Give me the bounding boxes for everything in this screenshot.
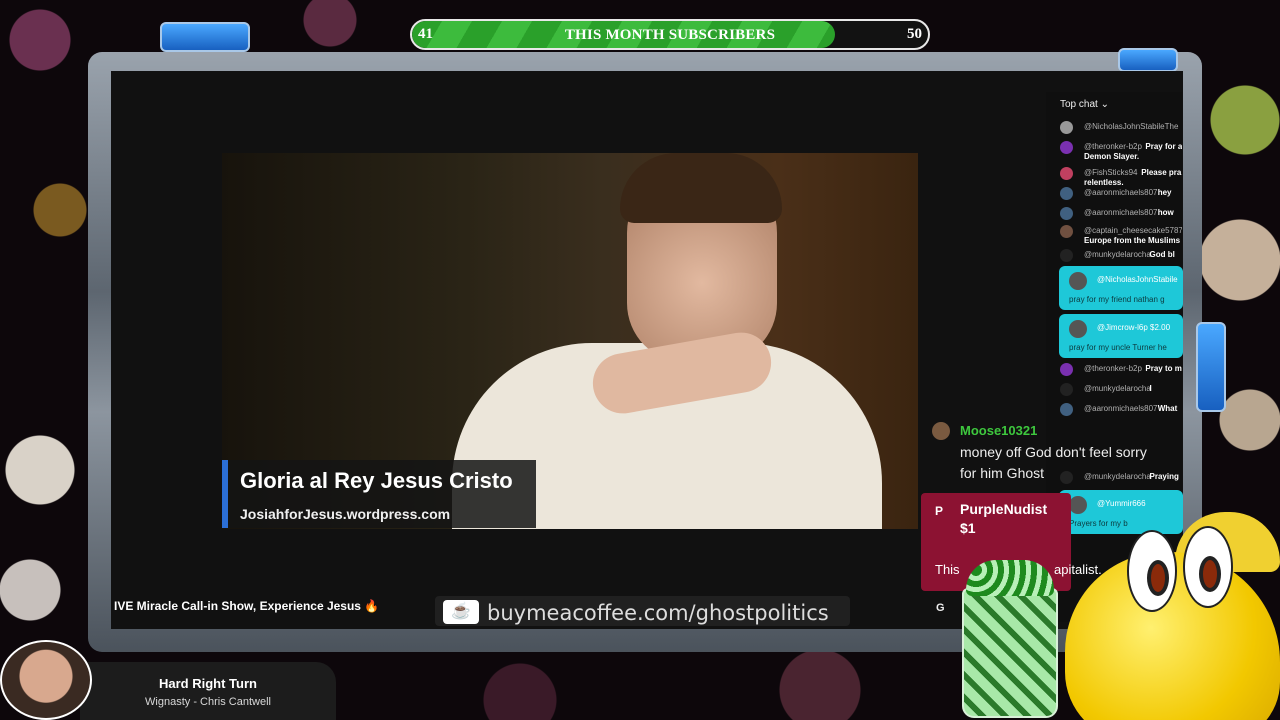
coffee-cup-icon: ☕ — [443, 600, 479, 624]
frame-cap-right — [1118, 48, 1178, 72]
chat-username: @theronker-b2p — [1084, 364, 1142, 373]
lower-third-title: Gloria al Rey Jesus Cristo — [240, 468, 513, 493]
chat-text: I — [1149, 384, 1152, 393]
donation-amount: $1 — [960, 520, 976, 536]
avatar — [1060, 383, 1073, 396]
chat-username: @aaronmichaels807 — [1084, 404, 1158, 413]
lower-third-subtitle: JosiahforJesus.wordpress.com — [240, 506, 451, 522]
now-playing-title: Hard Right Turn — [159, 676, 257, 691]
chat-message[interactable]: @aaronmichaels807 how — [1060, 206, 1182, 222]
donor-username: PurpleNudist — [960, 501, 1048, 517]
chat-text: God bl — [1149, 250, 1175, 259]
avatar — [1060, 403, 1073, 416]
now-playing-avatar — [0, 640, 92, 720]
chat-text: Pray for a — [1145, 142, 1182, 151]
avatar — [1060, 249, 1073, 262]
chat-username: @FishSticks94 — [1084, 168, 1138, 177]
superchat-text: pray for my friend nathan g — [1069, 295, 1165, 304]
chat-text: how — [1157, 208, 1174, 217]
chat-message[interactable]: @aaronmichaels807 hey — [1060, 186, 1182, 202]
chat-username: @munkydelarocha — [1084, 384, 1151, 393]
chat-message[interactable]: @theronker-b2p Pray for a Demon Slayer. — [1060, 140, 1182, 166]
popcorn-top — [966, 560, 1054, 596]
avatar — [1060, 141, 1073, 154]
chat-username: @NicholasJohnStabileThe — [1084, 122, 1179, 131]
avatar — [932, 422, 950, 440]
popcorn-icon — [960, 560, 1060, 720]
mascot-pupil — [1147, 560, 1169, 596]
chat-message[interactable]: @aaronmichaels807 What — [1060, 402, 1182, 418]
chat-username: @theronker-b2p — [1084, 142, 1142, 151]
mascot-eye-right — [1183, 526, 1233, 608]
now-playing-bar — [80, 662, 336, 720]
superchat-username: @Jimcrow-l6p $2.00 — [1097, 323, 1171, 332]
chat-message[interactable]: @theronker-b2p Pray to m — [1060, 362, 1182, 378]
donor-initial: P — [935, 504, 944, 518]
lower-third: Gloria al Rey Jesus Cristo JosiahforJesu… — [222, 460, 536, 528]
avatar — [1069, 320, 1087, 338]
mascot-pupil — [1199, 556, 1221, 592]
superchat-message[interactable]: @NicholasJohnStabile pray for my friend n… — [1059, 266, 1183, 310]
chat-message[interactable]: @munkydelarocha God bl — [1060, 248, 1182, 264]
popcorn-cup — [962, 588, 1058, 718]
chat-filter-dropdown[interactable]: Top chat ⌄ — [1060, 99, 1109, 110]
avatar — [1060, 167, 1073, 180]
chat-text: hey — [1157, 188, 1172, 197]
avatar — [1069, 272, 1087, 290]
chat-text: What — [1157, 404, 1178, 413]
avatar — [1060, 121, 1073, 134]
overlay-message-line: money off God don't feel sorry — [960, 444, 1147, 460]
chat-message[interactable]: @captain_cheesecake5787 Europe from the M… — [1060, 224, 1182, 250]
superchat-username: @NicholasJohnStabile — [1097, 275, 1178, 284]
frame-cap-left — [160, 22, 250, 52]
now-playing-artist: Wignasty - Chris Cantwell — [145, 696, 271, 708]
chat-username: @aaronmichaels807 — [1084, 208, 1158, 217]
avatar — [1060, 187, 1073, 200]
chat-text: Demon Slayer. — [1084, 152, 1140, 161]
channel-letter: G — [936, 602, 945, 614]
stream-overlay: 41 THIS MONTH SUBSCRIBERS 50 Gloria al R… — [0, 0, 1280, 720]
avatar — [1060, 207, 1073, 220]
subscriber-goal-bar: 41 THIS MONTH SUBSCRIBERS 50 — [410, 19, 930, 50]
person-hair — [620, 153, 782, 223]
overlay-chat-message: Moose10321 money off God don't feel sorr… — [928, 418, 1158, 488]
overlay-username: Moose10321 — [960, 423, 1038, 438]
ticker-text: IVE Miracle Call-in Show, Experience Jes… — [114, 599, 380, 613]
avatar — [1060, 225, 1073, 238]
chat-text: Please pra — [1141, 168, 1182, 177]
goal-target: 50 — [907, 26, 922, 42]
chat-message[interactable]: @NicholasJohnStabileThe — [1060, 120, 1182, 136]
superchat-text: pray for my uncle Turner he — [1069, 343, 1167, 352]
chat-username: @aaronmichaels807 — [1084, 188, 1158, 197]
donation-message-start: This — [935, 562, 960, 577]
chat-text: Europe from the Muslims C — [1084, 236, 1182, 245]
chat-message[interactable]: @munkydelarocha I — [1060, 382, 1182, 398]
coffee-banner: ☕ buymeacoffee.com/ghostpolitics — [435, 596, 850, 626]
coffee-link: buymeacoffee.com/ghostpolitics — [487, 601, 829, 625]
overlay-message-line: for him Ghost — [960, 465, 1045, 481]
chat-username: @captain_cheesecake5787 — [1084, 226, 1182, 235]
chat-text: Pray to m — [1145, 364, 1182, 373]
chat-username: @munkydelarocha — [1084, 250, 1151, 259]
goal-label: THIS MONTH SUBSCRIBERS — [564, 27, 776, 43]
superchat-message[interactable]: @Jimcrow-l6p $2.00 pray for my uncle Turn… — [1059, 314, 1183, 358]
yellow-mascot-icon — [1065, 512, 1280, 720]
superchat-username: @Yummir666 — [1097, 499, 1146, 508]
avatar — [1060, 363, 1073, 376]
mascot-eye-left — [1127, 530, 1177, 612]
frame-cap-side — [1196, 322, 1226, 412]
